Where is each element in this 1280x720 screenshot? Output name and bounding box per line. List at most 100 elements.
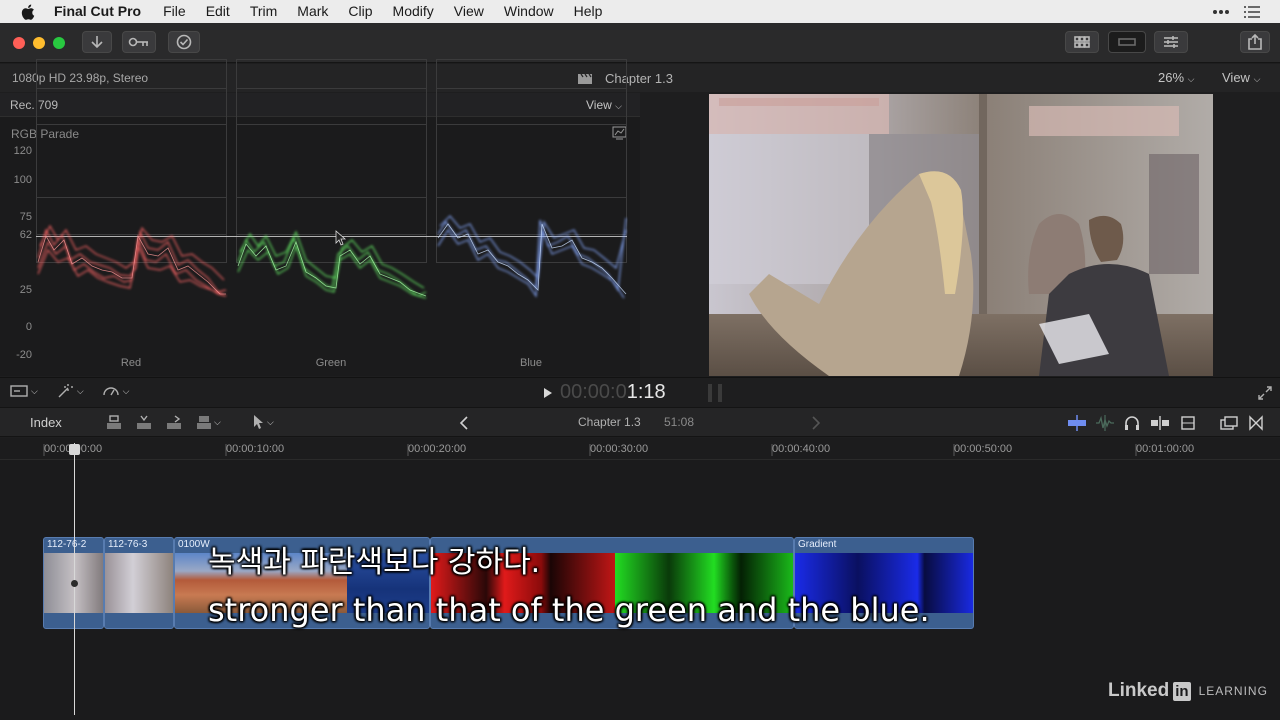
append-clip-icon[interactable]: [166, 414, 182, 430]
clip-name: 112-76-3: [108, 539, 148, 550]
clip-thumbnail: [105, 553, 173, 613]
chevron-down-icon: ⌵: [267, 416, 274, 427]
menu-view[interactable]: View: [454, 0, 484, 23]
viewer-view-menu[interactable]: View ⌵: [1222, 70, 1260, 85]
back-chevron-icon[interactable]: [459, 416, 469, 430]
browser-toggle-button[interactable]: [1065, 31, 1099, 53]
menu-file[interactable]: File: [163, 0, 186, 23]
import-button[interactable]: [82, 31, 112, 53]
clip-name: Gradient: [798, 539, 837, 550]
magic-wand-icon: [58, 384, 73, 398]
timecode-display[interactable]: 00:00:01:18: [560, 381, 666, 404]
menu-trim[interactable]: Trim: [250, 0, 277, 23]
check-circle-icon: [176, 34, 192, 50]
chevron-down-icon: ⌵: [214, 416, 221, 427]
watermark-brand-box: in: [1173, 681, 1191, 701]
mouse-cursor-icon: [335, 230, 347, 246]
overwrite-clip-icon: [197, 416, 211, 429]
menu-mark[interactable]: Mark: [297, 0, 328, 23]
tool-menu[interactable]: ⌵: [252, 414, 274, 430]
forward-chevron-icon[interactable]: [811, 416, 821, 430]
timecode-bright: 1:18: [626, 381, 666, 403]
y-tick-62: 62: [19, 229, 32, 241]
clip-appearance-menu[interactable]: ⌵: [10, 384, 38, 398]
audio-meter-left: [708, 384, 712, 402]
headphones-icon[interactable]: [1124, 415, 1140, 431]
menu-help[interactable]: Help: [574, 0, 603, 23]
subtitle-korean: 녹색과 파란색보다 강하다.: [208, 545, 541, 580]
clip-name: 112-76-2: [47, 539, 87, 550]
y-tick-25: 25: [19, 284, 32, 296]
viewer-view-label: View: [1222, 70, 1250, 85]
chevron-down-icon: ⌵: [76, 385, 84, 396]
video-frame[interactable]: [709, 94, 1213, 376]
blue-waveform: [437, 215, 627, 299]
y-tick-100: 100: [13, 174, 32, 186]
timeline-toggle-button[interactable]: [1108, 31, 1146, 53]
timeline-project-name: Chapter 1.3: [578, 415, 641, 429]
ruler-ticks: [43, 444, 1137, 456]
snapping-icon[interactable]: [1150, 415, 1170, 431]
list-menu-icon[interactable]: [1244, 5, 1260, 19]
timecode-dim: 00:00:0: [560, 381, 627, 403]
connect-clip-icon[interactable]: [106, 414, 122, 430]
zoom-window-button[interactable]: [53, 37, 65, 49]
menu-modify[interactable]: Modify: [393, 0, 434, 23]
timeline-ruler[interactable]: 00:00:00:00 00:00:10:00 00:00:20:00 00:0…: [0, 438, 1280, 460]
clip-name: 0100W: [178, 539, 210, 550]
inspector-toggle-button[interactable]: [1154, 31, 1188, 53]
parade-label-blue: Blue: [519, 357, 543, 369]
zoom-menu[interactable]: 26% ⌵: [1158, 70, 1194, 85]
timeline-toolbar: Index ⌵ ⌵ Chapter 1.3 51:08: [0, 407, 1280, 437]
close-window-button[interactable]: [13, 37, 25, 49]
watermark-suffix: LEARNING: [1198, 684, 1268, 698]
minimize-window-button[interactable]: [33, 37, 45, 49]
chevron-down-icon: ⌵: [31, 385, 38, 396]
app-menu[interactable]: Final Cut Pro: [54, 0, 141, 23]
chevron-down-icon: ⌵: [1187, 74, 1195, 84]
retime-menu[interactable]: ⌵: [102, 383, 130, 399]
transitions-browser-icon[interactable]: [1248, 415, 1264, 431]
linkedin-learning-watermark: Linked in LEARNING: [1108, 680, 1268, 702]
grid-icon: [1074, 36, 1090, 48]
video-frame-image: [709, 94, 1213, 376]
timeline-duration: 51:08: [664, 415, 695, 429]
play-icon[interactable]: [543, 387, 553, 399]
transport-bar: ⌵ ⌵ ⌵ 00:00:01:18: [0, 377, 1280, 407]
import-arrow-icon: [91, 36, 103, 49]
apple-logo-icon[interactable]: [20, 3, 38, 21]
menu-window[interactable]: Window: [504, 0, 554, 23]
key-icon: [128, 37, 148, 47]
clip-appearance-icon[interactable]: [1180, 415, 1196, 431]
y-tick-75: 75: [19, 211, 32, 223]
audio-skimming-icon[interactable]: [1096, 415, 1114, 431]
subtitle-english: stronger than that of the green and the …: [208, 591, 930, 629]
zoom-value: 26%: [1158, 70, 1185, 85]
overwrite-menu[interactable]: ⌵: [196, 414, 221, 430]
arrow-tool-icon: [254, 415, 263, 429]
y-tick-neg20: -20: [16, 349, 32, 361]
chevron-down-icon: ⌵: [122, 385, 130, 396]
more-icon[interactable]: [1212, 9, 1230, 15]
y-tick-120: 120: [13, 145, 32, 157]
watermark-brand: Linked: [1108, 680, 1170, 701]
menu-edit[interactable]: Edit: [206, 0, 230, 23]
menu-clip[interactable]: Clip: [348, 0, 372, 23]
timeline-clip[interactable]: 112-76-3: [104, 537, 174, 629]
enhancements-menu[interactable]: ⌵: [56, 383, 84, 399]
parade-label-red: Red: [120, 357, 142, 369]
audio-meter-right: [718, 384, 722, 402]
playhead[interactable]: [74, 443, 75, 715]
speedometer-icon: [102, 387, 119, 396]
timeline-index-button[interactable]: Index: [30, 415, 62, 430]
playhead-handle[interactable]: [69, 444, 80, 455]
effects-browser-icon[interactable]: [1220, 415, 1238, 431]
video-skimming-icon[interactable]: [1068, 415, 1086, 431]
timeline-icon: [1118, 38, 1136, 46]
insert-clip-icon[interactable]: [136, 414, 152, 430]
fullscreen-icon[interactable]: [1257, 385, 1273, 401]
skimmer-dot: [71, 580, 78, 587]
share-button[interactable]: [1240, 31, 1270, 53]
keywords-button[interactable]: [122, 31, 156, 53]
background-tasks-button[interactable]: [168, 31, 200, 53]
